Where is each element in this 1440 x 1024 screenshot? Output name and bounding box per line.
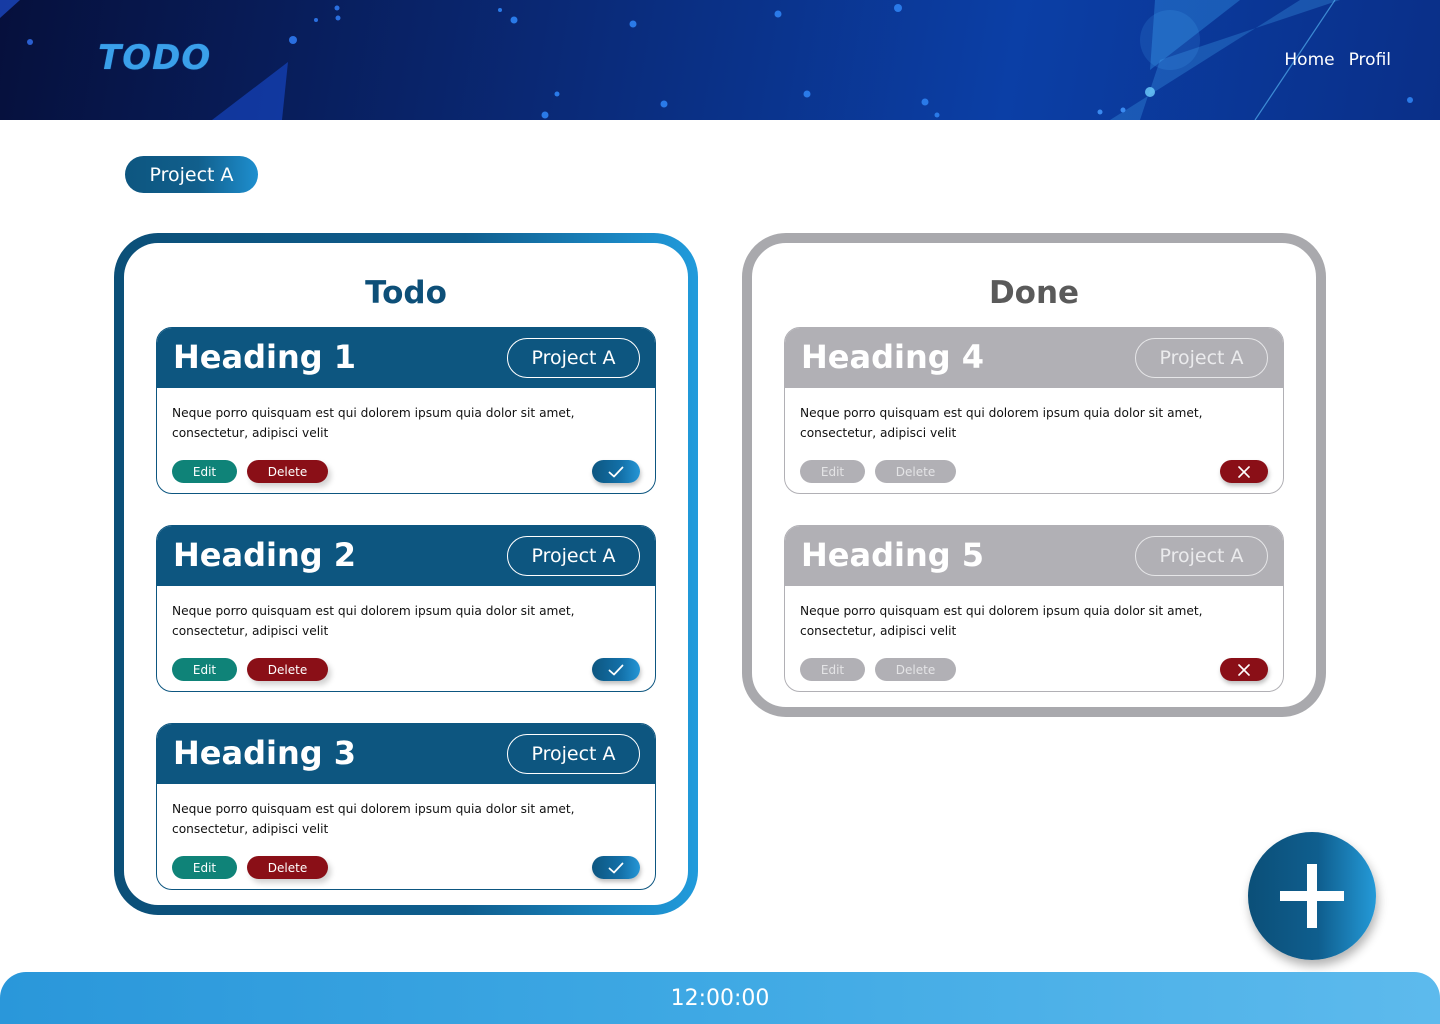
card-heading: Heading 2 [173, 536, 357, 574]
card-description: Neque porro quisquam est qui dolorem ips… [800, 406, 1203, 440]
close-icon [1238, 465, 1250, 478]
delete-button[interactable]: Delete [247, 856, 328, 879]
mark-done-button[interactable] [592, 658, 640, 681]
mark-done-button[interactable] [592, 856, 640, 879]
todo-card: Heading 2 Project A Neque porro quisquam… [156, 525, 656, 692]
card-project-tag[interactable]: Project A [507, 734, 640, 774]
edit-button[interactable]: Edit [172, 658, 237, 681]
card-project-tag[interactable]: Project A [507, 338, 640, 378]
delete-button[interactable]: Delete [247, 658, 328, 681]
nav-profil-link[interactable]: Profil [1349, 50, 1391, 70]
done-column-title: Done [988, 275, 1080, 311]
top-nav: Home Profil [1284, 50, 1391, 70]
edit-button[interactable]: Edit [172, 856, 237, 879]
todo-card: Heading 3 Project A Neque porro quisquam… [156, 723, 656, 890]
card-heading: Heading 3 [173, 734, 357, 772]
edit-button[interactable]: Edit [172, 460, 237, 483]
edit-button[interactable]: Edit [800, 460, 865, 483]
project-filter-button[interactable]: Project A [125, 156, 258, 193]
check-icon [608, 664, 624, 675]
done-card: Heading 5 Project A Neque porro quisquam… [784, 525, 1284, 692]
header-background [0, 0, 1413, 120]
card-header: Heading 3 Project A [157, 724, 655, 784]
card-description: Neque porro quisquam est qui dolorem ips… [172, 802, 575, 836]
mark-undone-button[interactable] [1220, 658, 1268, 681]
card-header: Heading 2 Project A [157, 526, 655, 586]
delete-button[interactable]: Delete [875, 460, 956, 483]
card-description: Neque porro quisquam est qui dolorem ips… [172, 406, 575, 440]
card-header: Heading 5 Project A [785, 526, 1283, 586]
card-project-tag[interactable]: Project A [1135, 338, 1268, 378]
card-heading: Heading 5 [801, 536, 985, 574]
footer-clock: 12:00:00 [670, 986, 770, 1011]
card-description: Neque porro quisquam est qui dolorem ips… [800, 604, 1203, 638]
card-header: Heading 4 Project A [785, 328, 1283, 388]
mark-done-button[interactable] [592, 460, 640, 483]
close-icon [1238, 663, 1250, 676]
todo-column-title: Todo [365, 275, 447, 311]
card-project-tag[interactable]: Project A [507, 536, 640, 576]
delete-button[interactable]: Delete [875, 658, 956, 681]
app-logo[interactable]: TODO [98, 38, 211, 78]
card-heading: Heading 4 [801, 338, 985, 376]
check-icon [608, 862, 624, 873]
card-heading: Heading 1 [173, 338, 357, 376]
done-card: Heading 4 Project A Neque porro quisquam… [784, 327, 1284, 494]
nav-home-link[interactable]: Home [1284, 50, 1334, 70]
mark-undone-button[interactable] [1220, 460, 1268, 483]
delete-button[interactable]: Delete [247, 460, 328, 483]
todo-column: Todo Heading 1 Project A Neque porro qui… [114, 233, 698, 915]
plus-icon [1280, 864, 1344, 928]
card-description: Neque porro quisquam est qui dolorem ips… [172, 604, 575, 638]
check-icon [608, 466, 624, 477]
todo-card: Heading 1 Project A Neque porro quisquam… [156, 327, 656, 494]
card-header: Heading 1 Project A [157, 328, 655, 388]
card-project-tag[interactable]: Project A [1135, 536, 1268, 576]
done-column: Done Heading 4 Project A Neque porro qui… [742, 233, 1326, 717]
app-header: TODO Home Profil [0, 0, 1440, 120]
app-footer: 12:00:00 [0, 972, 1440, 1024]
add-task-button[interactable] [1248, 832, 1376, 960]
edit-button[interactable]: Edit [800, 658, 865, 681]
